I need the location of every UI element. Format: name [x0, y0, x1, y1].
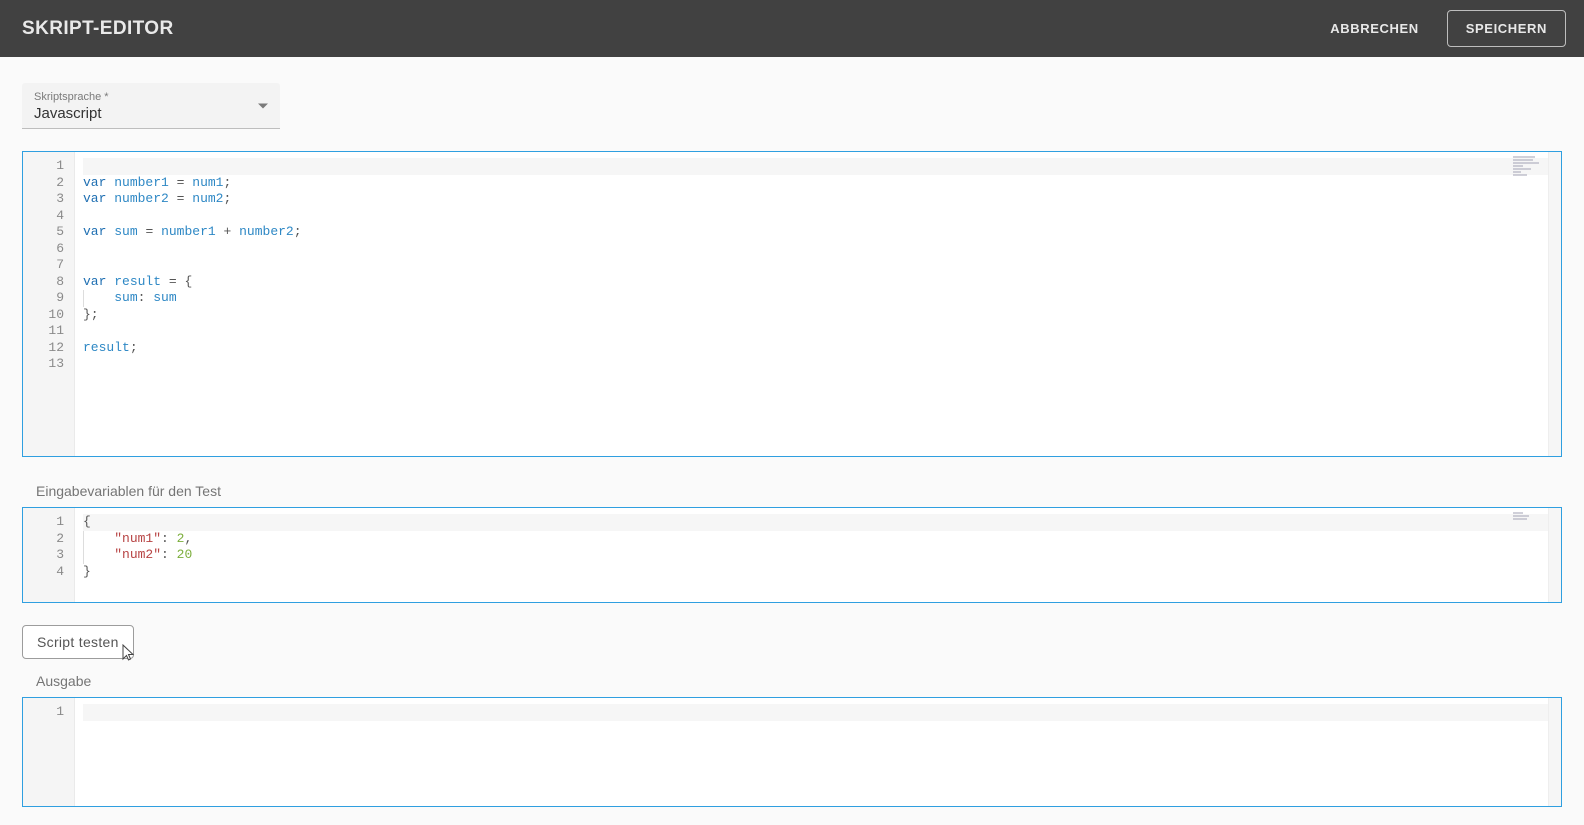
input-variables-label: Eingabevariablen für den Test	[36, 483, 1562, 499]
output-label: Ausgabe	[36, 673, 1562, 689]
script-editor-code[interactable]: var number1 = num1;var number2 = num2;va…	[75, 152, 1561, 456]
test-script-button[interactable]: Script testen	[22, 625, 134, 659]
output-editor[interactable]: 1	[22, 697, 1562, 807]
script-editor[interactable]: 12345678910111213 var number1 = num1;var…	[22, 151, 1562, 457]
output-editor-gutter: 1	[23, 698, 75, 806]
header-actions: ABBRECHEN SPEICHERN	[1322, 10, 1566, 47]
input-editor-gutter: 1234	[23, 508, 75, 602]
scrollbar[interactable]	[1548, 698, 1561, 806]
scrollbar[interactable]	[1548, 508, 1561, 602]
cancel-button[interactable]: ABBRECHEN	[1322, 11, 1426, 46]
script-language-select[interactable]: Skriptsprache * Javascript	[22, 83, 280, 129]
header-bar: SKRIPT-EDITOR ABBRECHEN SPEICHERN	[0, 0, 1584, 57]
script-editor-gutter: 12345678910111213	[23, 152, 75, 456]
script-language-value: Javascript	[34, 105, 268, 122]
caret-down-icon	[258, 103, 268, 108]
page-title: SKRIPT-EDITOR	[22, 18, 174, 40]
save-button[interactable]: SPEICHERN	[1447, 10, 1566, 47]
output-editor-code[interactable]	[75, 698, 1561, 806]
script-language-label: Skriptsprache *	[34, 91, 268, 103]
input-variables-editor[interactable]: 1234 { "num1": 2, "num2": 20}	[22, 507, 1562, 603]
test-script-button-label: Script testen	[37, 634, 119, 650]
input-editor-code[interactable]: { "num1": 2, "num2": 20}	[75, 508, 1561, 602]
cursor-icon	[120, 644, 136, 664]
content-area: Skriptsprache * Javascript 1234567891011…	[0, 57, 1584, 807]
scrollbar[interactable]	[1548, 152, 1561, 456]
